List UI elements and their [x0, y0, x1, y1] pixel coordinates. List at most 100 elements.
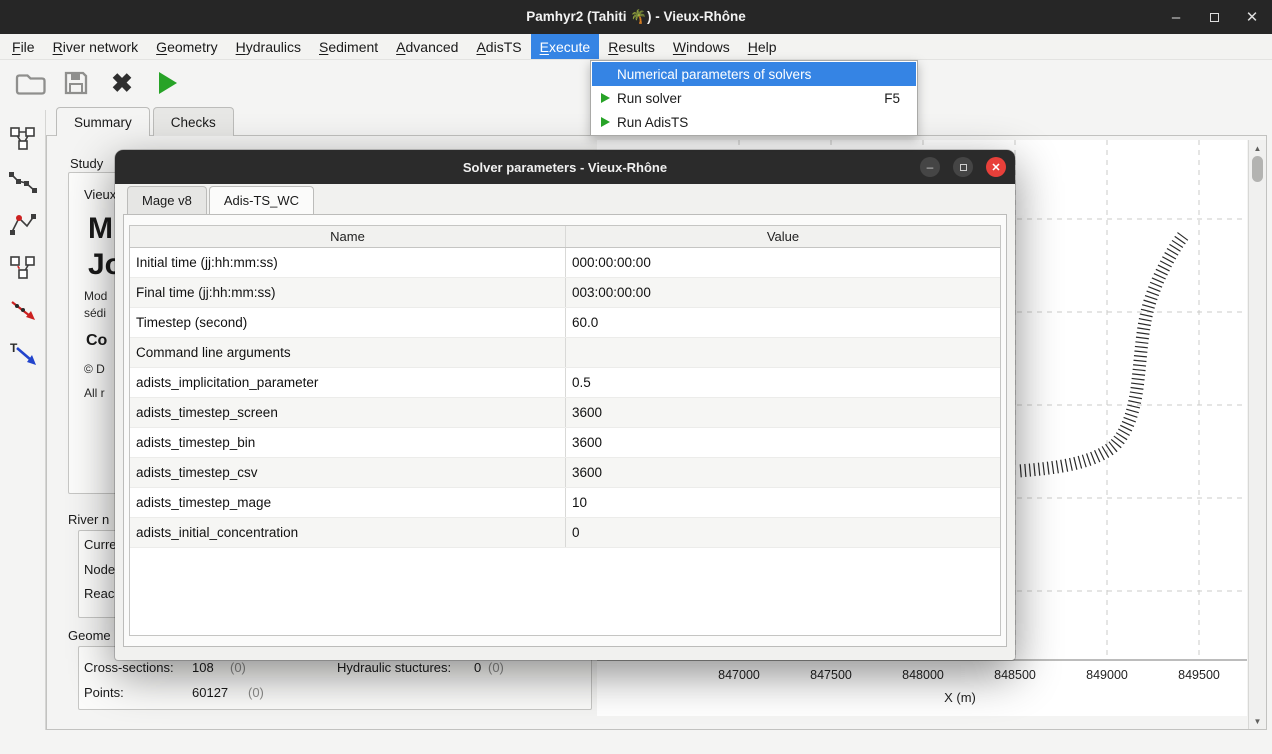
maximize-icon[interactable]	[1206, 13, 1222, 22]
menu-item-run-adists[interactable]: Run AdisTS	[592, 110, 916, 134]
vertical-scrollbar[interactable]: ▲ ▼	[1248, 140, 1266, 729]
x-tick-849500: 849500	[1178, 668, 1220, 682]
study-name-text: Vieux	[84, 187, 116, 202]
menu-item-shortcut: F5	[884, 91, 910, 106]
param-row-timestep-second[interactable]: Timestep (second)60.0	[130, 308, 1000, 338]
x-axis-ticks: 847000847500848000848500849000849500	[597, 668, 1247, 686]
run-solver-button[interactable]	[150, 65, 186, 101]
close-study-button[interactable]: ✖	[104, 65, 140, 101]
transport-icon: T	[9, 340, 37, 368]
cross-sections-extra: (0)	[230, 660, 246, 675]
dialog-close-icon[interactable]: ✕	[986, 157, 1006, 177]
structures-extra: (0)	[488, 660, 504, 675]
tool-longitudinal-profile-button[interactable]	[7, 167, 39, 197]
parameters-table: NameValue Initial time (jj:hh:mm:ss)000:…	[129, 225, 1001, 636]
close-study-icon: ✖	[111, 70, 133, 96]
tab-checks[interactable]: Checks	[153, 107, 234, 136]
tool-mesh-button[interactable]	[7, 253, 39, 283]
param-name: adists_timestep_csv	[130, 458, 565, 487]
dialog-maximize-icon[interactable]	[953, 157, 973, 177]
param-value[interactable]: 10	[565, 488, 1000, 517]
close-icon[interactable]: ✕	[1244, 8, 1260, 26]
param-table-header: NameValue	[130, 226, 1000, 248]
tool-transport-button[interactable]: T	[7, 339, 39, 369]
reaches-label: Reac	[84, 586, 114, 601]
save-button[interactable]	[58, 65, 94, 101]
menu-execute[interactable]: Execute	[531, 34, 600, 59]
param-row-adists-implicitation-parameter[interactable]: adists_implicitation_parameter0.5	[130, 368, 1000, 398]
cross-sections-icon	[9, 211, 37, 239]
menu-adists[interactable]: AdisTS	[467, 34, 530, 59]
param-row-adists-timestep-mage[interactable]: adists_timestep_mage10	[130, 488, 1000, 518]
execute-menu: Numerical parameters of solvers Run solve…	[590, 60, 918, 136]
param-value[interactable]: 000:00:00:00	[565, 248, 1000, 277]
river-reach-path	[1018, 236, 1183, 471]
param-value[interactable]	[565, 338, 1000, 367]
dialog-tab-mage-v8[interactable]: Mage v8	[127, 186, 207, 214]
points-value: 60127	[192, 685, 228, 700]
dialog-minimize-icon[interactable]: –	[920, 157, 940, 177]
menu-hydraulics[interactable]: Hydraulics	[227, 34, 310, 59]
param-value[interactable]: 003:00:00:00	[565, 278, 1000, 307]
cross-sections-value: 108	[192, 660, 214, 675]
window-title: Pamhyr2 (Tahiti 🌴) - Vieux-Rhône	[526, 9, 746, 25]
run-icon	[159, 72, 177, 94]
menu-river-network[interactable]: River network	[44, 34, 148, 59]
param-name: Timestep (second)	[130, 308, 565, 337]
param-value[interactable]: 3600	[565, 428, 1000, 457]
param-row-adists-timestep-bin[interactable]: adists_timestep_bin3600	[130, 428, 1000, 458]
structures-label: Hydraulic stuctures:	[337, 660, 451, 675]
x-tick-847500: 847500	[810, 668, 852, 682]
param-row-final-time-jj-hh-mm-ss[interactable]: Final time (jj:hh:mm:ss)003:00:00:00	[130, 278, 1000, 308]
param-value[interactable]: 0	[565, 518, 1000, 547]
param-value[interactable]: 0.5	[565, 368, 1000, 397]
dialog-tabbar: Mage v8Adis-TS_WC	[127, 186, 316, 214]
param-value[interactable]: 60.0	[565, 308, 1000, 337]
current-label: Curre	[84, 537, 117, 552]
menu-help[interactable]: Help	[739, 34, 786, 59]
tab-summary[interactable]: Summary	[56, 107, 150, 136]
param-row-command-line-arguments[interactable]: Command line arguments	[130, 338, 1000, 368]
tool-cross-sections-button[interactable]	[7, 210, 39, 240]
folder-open-icon	[14, 69, 46, 97]
menu-results[interactable]: Results	[599, 34, 664, 59]
param-row-adists-timestep-csv[interactable]: adists_timestep_csv3600	[130, 458, 1000, 488]
param-name: Final time (jj:hh:mm:ss)	[130, 278, 565, 307]
dialog-tab-adis-ts-wc[interactable]: Adis-TS_WC	[209, 186, 314, 214]
param-value[interactable]: 3600	[565, 398, 1000, 427]
save-icon	[62, 69, 90, 97]
play-icon	[596, 93, 614, 103]
dialog-window-controls: – ✕	[920, 157, 1006, 177]
menu-sediment[interactable]: Sediment	[310, 34, 387, 59]
menu-item-label: Numerical parameters of solvers	[617, 67, 811, 82]
column-header-value: Value	[565, 226, 1000, 247]
param-row-initial-time-jj-hh-mm-ss[interactable]: Initial time (jj:hh:mm:ss)000:00:00:00	[130, 248, 1000, 278]
menu-item-run-solver[interactable]: Run solverF5	[592, 86, 916, 110]
param-name: Command line arguments	[130, 338, 565, 367]
scrollbar-thumb[interactable]	[1252, 156, 1263, 182]
menu-windows[interactable]: Windows	[664, 34, 739, 59]
play-triangle	[601, 117, 610, 127]
scroll-up-icon[interactable]: ▲	[1249, 141, 1266, 155]
river-network-icon	[9, 125, 37, 153]
dialog-titlebar[interactable]: Solver parameters - Vieux-Rhône – ✕	[115, 150, 1015, 184]
menu-geometry[interactable]: Geometry	[147, 34, 226, 59]
points-extra: (0)	[248, 685, 264, 700]
param-row-adists-timestep-screen[interactable]: adists_timestep_screen3600	[130, 398, 1000, 428]
points-label: Points:	[84, 685, 124, 700]
menu-advanced[interactable]: Advanced	[387, 34, 467, 59]
study-subheading: Co	[86, 332, 107, 350]
study-heading-line1: M	[88, 212, 113, 246]
dialog-tab-panel: NameValue Initial time (jj:hh:mm:ss)000:…	[123, 214, 1007, 647]
param-table-body: Initial time (jj:hh:mm:ss)000:00:00:00Fi…	[130, 248, 1000, 548]
minimize-icon[interactable]: –	[1168, 9, 1184, 26]
scroll-down-icon[interactable]: ▼	[1249, 714, 1266, 728]
open-button[interactable]	[12, 65, 48, 101]
param-value[interactable]: 3600	[565, 458, 1000, 487]
menu-file[interactable]: File	[3, 34, 44, 59]
menu-item-numerical-parameters-of-solvers[interactable]: Numerical parameters of solvers	[592, 62, 916, 86]
tool-river-network-button[interactable]	[7, 124, 39, 154]
param-row-adists-initial-concentration[interactable]: adists_initial_concentration0	[130, 518, 1000, 548]
tool-slope-button[interactable]	[7, 296, 39, 326]
titlebar[interactable]: Pamhyr2 (Tahiti 🌴) - Vieux-Rhône – ✕	[0, 0, 1272, 34]
